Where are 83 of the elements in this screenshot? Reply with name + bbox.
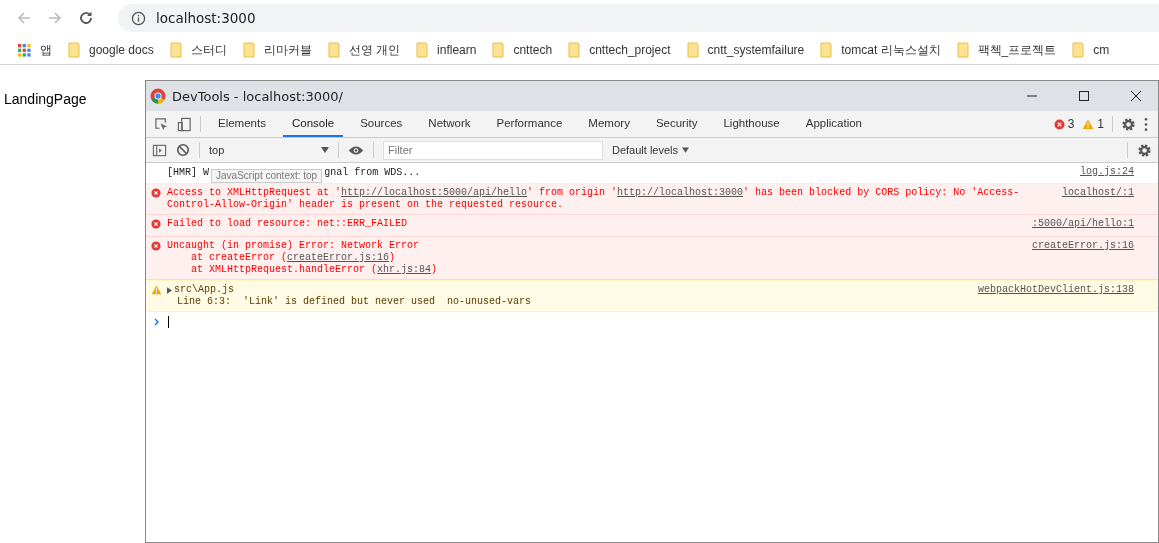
window-title: DevTools - localhost:3000/ xyxy=(172,88,343,104)
expand-triangle-icon[interactable] xyxy=(167,286,172,294)
context-dropdown[interactable]: top xyxy=(209,144,329,156)
bookmark[interactable]: 팩첵_프로젝트 xyxy=(956,41,1057,59)
prompt-chevron-icon xyxy=(154,318,160,326)
folder-icon xyxy=(416,42,429,58)
message-text: Uncaught (in promise) Error: Network Error xyxy=(167,240,420,252)
clear-console-icon[interactable] xyxy=(176,143,190,157)
bookmark[interactable]: 스터디 xyxy=(169,41,227,59)
maximize-icon[interactable] xyxy=(1078,90,1090,102)
warning-count: 1 xyxy=(1097,117,1104,131)
error-icon xyxy=(151,219,161,229)
address-bar[interactable]: localhost:3000 xyxy=(118,4,1159,32)
settings-icon[interactable] xyxy=(1121,116,1136,132)
bookmark[interactable]: cnttech_project xyxy=(568,42,671,58)
warning-detail: Line 6:3: 'Link' is defined but never used no-unused-vars xyxy=(176,296,533,308)
inspect-icon[interactable] xyxy=(154,116,169,132)
bookmark[interactable]: tomcat 리눅스설치 xyxy=(820,41,941,59)
folder-icon xyxy=(169,42,182,58)
message-text: src\App.js xyxy=(174,284,234,296)
link[interactable]: http://localhost:5000/api/hello xyxy=(341,187,528,198)
folder-icon xyxy=(1072,42,1085,58)
close-icon[interactable] xyxy=(1130,90,1142,102)
bookmark[interactable]: 앱 xyxy=(18,41,52,59)
source-link[interactable]: localhost/:1 xyxy=(1062,187,1134,211)
folder-icon xyxy=(242,42,255,58)
link[interactable]: createError.js:16 xyxy=(287,252,390,263)
caret-icon xyxy=(682,147,690,153)
page-heading: LandingPage xyxy=(4,91,87,107)
panel-tab[interactable]: Application xyxy=(796,111,871,137)
panel-tab[interactable]: Lighthouse xyxy=(714,111,789,137)
sidebar-toggle-icon[interactable] xyxy=(152,142,167,158)
caret-icon xyxy=(321,147,329,153)
eye-icon[interactable] xyxy=(348,144,364,156)
bookmark[interactable]: cntt_systemfailure xyxy=(686,42,805,58)
folder-icon xyxy=(327,42,340,58)
message-text: Failed to load resource: net::ERR_FAILED xyxy=(167,218,408,230)
stack-trace-line: at XMLHttpRequest.handleError (xhr.js:84) xyxy=(190,264,439,276)
bookmark[interactable]: cm xyxy=(1072,42,1110,58)
folder-icon xyxy=(956,42,969,58)
folder-icon xyxy=(568,42,581,58)
bookmark[interactable]: google docs xyxy=(68,42,154,58)
bookmark[interactable]: cnttech xyxy=(492,42,553,58)
message-text: [HMR] W xyxy=(167,167,209,179)
url-text: localhost:3000 xyxy=(156,10,256,26)
panel-tab[interactable]: Sources xyxy=(351,111,412,137)
panel-tab[interactable]: Elements xyxy=(209,111,275,137)
info-icon[interactable] xyxy=(131,10,146,26)
error-icon[interactable] xyxy=(1053,118,1065,130)
bookmark[interactable]: 리마커블 xyxy=(242,41,312,59)
source-link[interactable]: log.js:24 xyxy=(1080,166,1134,180)
source-link[interactable]: :5000/api/hello:1 xyxy=(1031,218,1134,233)
reload-icon[interactable] xyxy=(78,10,94,26)
source-link[interactable]: createError.js:16 xyxy=(1031,240,1134,276)
more-menu-icon[interactable] xyxy=(1144,116,1148,132)
panel-tab[interactable]: Memory xyxy=(579,111,639,137)
folder-icon xyxy=(492,42,505,58)
source-link[interactable]: webpackHotDevClient.js:138 xyxy=(977,284,1134,308)
bookmark[interactable]: 선영 개인 xyxy=(327,41,401,59)
panel-tab[interactable]: Network xyxy=(419,111,480,137)
stack-trace-line: at createError (createError.js:16) xyxy=(190,252,397,264)
settings-icon[interactable] xyxy=(1137,142,1152,158)
folder-icon xyxy=(820,42,833,58)
error-count: 3 xyxy=(1067,117,1075,131)
folder-icon xyxy=(68,42,80,58)
text-cursor xyxy=(168,316,169,328)
folder-icon xyxy=(686,42,699,58)
panel-tab[interactable]: Performance xyxy=(487,111,572,137)
device-icon[interactable] xyxy=(177,116,192,132)
filter-field[interactable]: Filter xyxy=(383,140,603,160)
apps-grid-icon xyxy=(18,43,31,57)
error-icon xyxy=(151,241,161,251)
levels-dropdown[interactable]: Default levels xyxy=(612,144,690,156)
warning-icon xyxy=(151,285,162,295)
error-icon xyxy=(151,188,161,198)
message-text: gnal from WDS... xyxy=(324,167,421,179)
tooltip: JavaScript context: top xyxy=(211,169,323,183)
bookmark[interactable]: inflearn xyxy=(416,42,477,58)
link[interactable]: xhr.js:84 xyxy=(377,264,432,275)
chrome-logo-icon xyxy=(150,88,166,104)
message-text: Access to XMLHttpRequest at 'http://localhost:5000/api/hello' from origin 'http://localhost:3000' has been blocked by CORS policy: No 'Access-Control-Allow-Origin' header is present on the requested resource. xyxy=(167,187,1021,211)
link[interactable]: http://localhost:3000 xyxy=(617,187,744,198)
panel-tab[interactable]: Security xyxy=(646,111,707,137)
